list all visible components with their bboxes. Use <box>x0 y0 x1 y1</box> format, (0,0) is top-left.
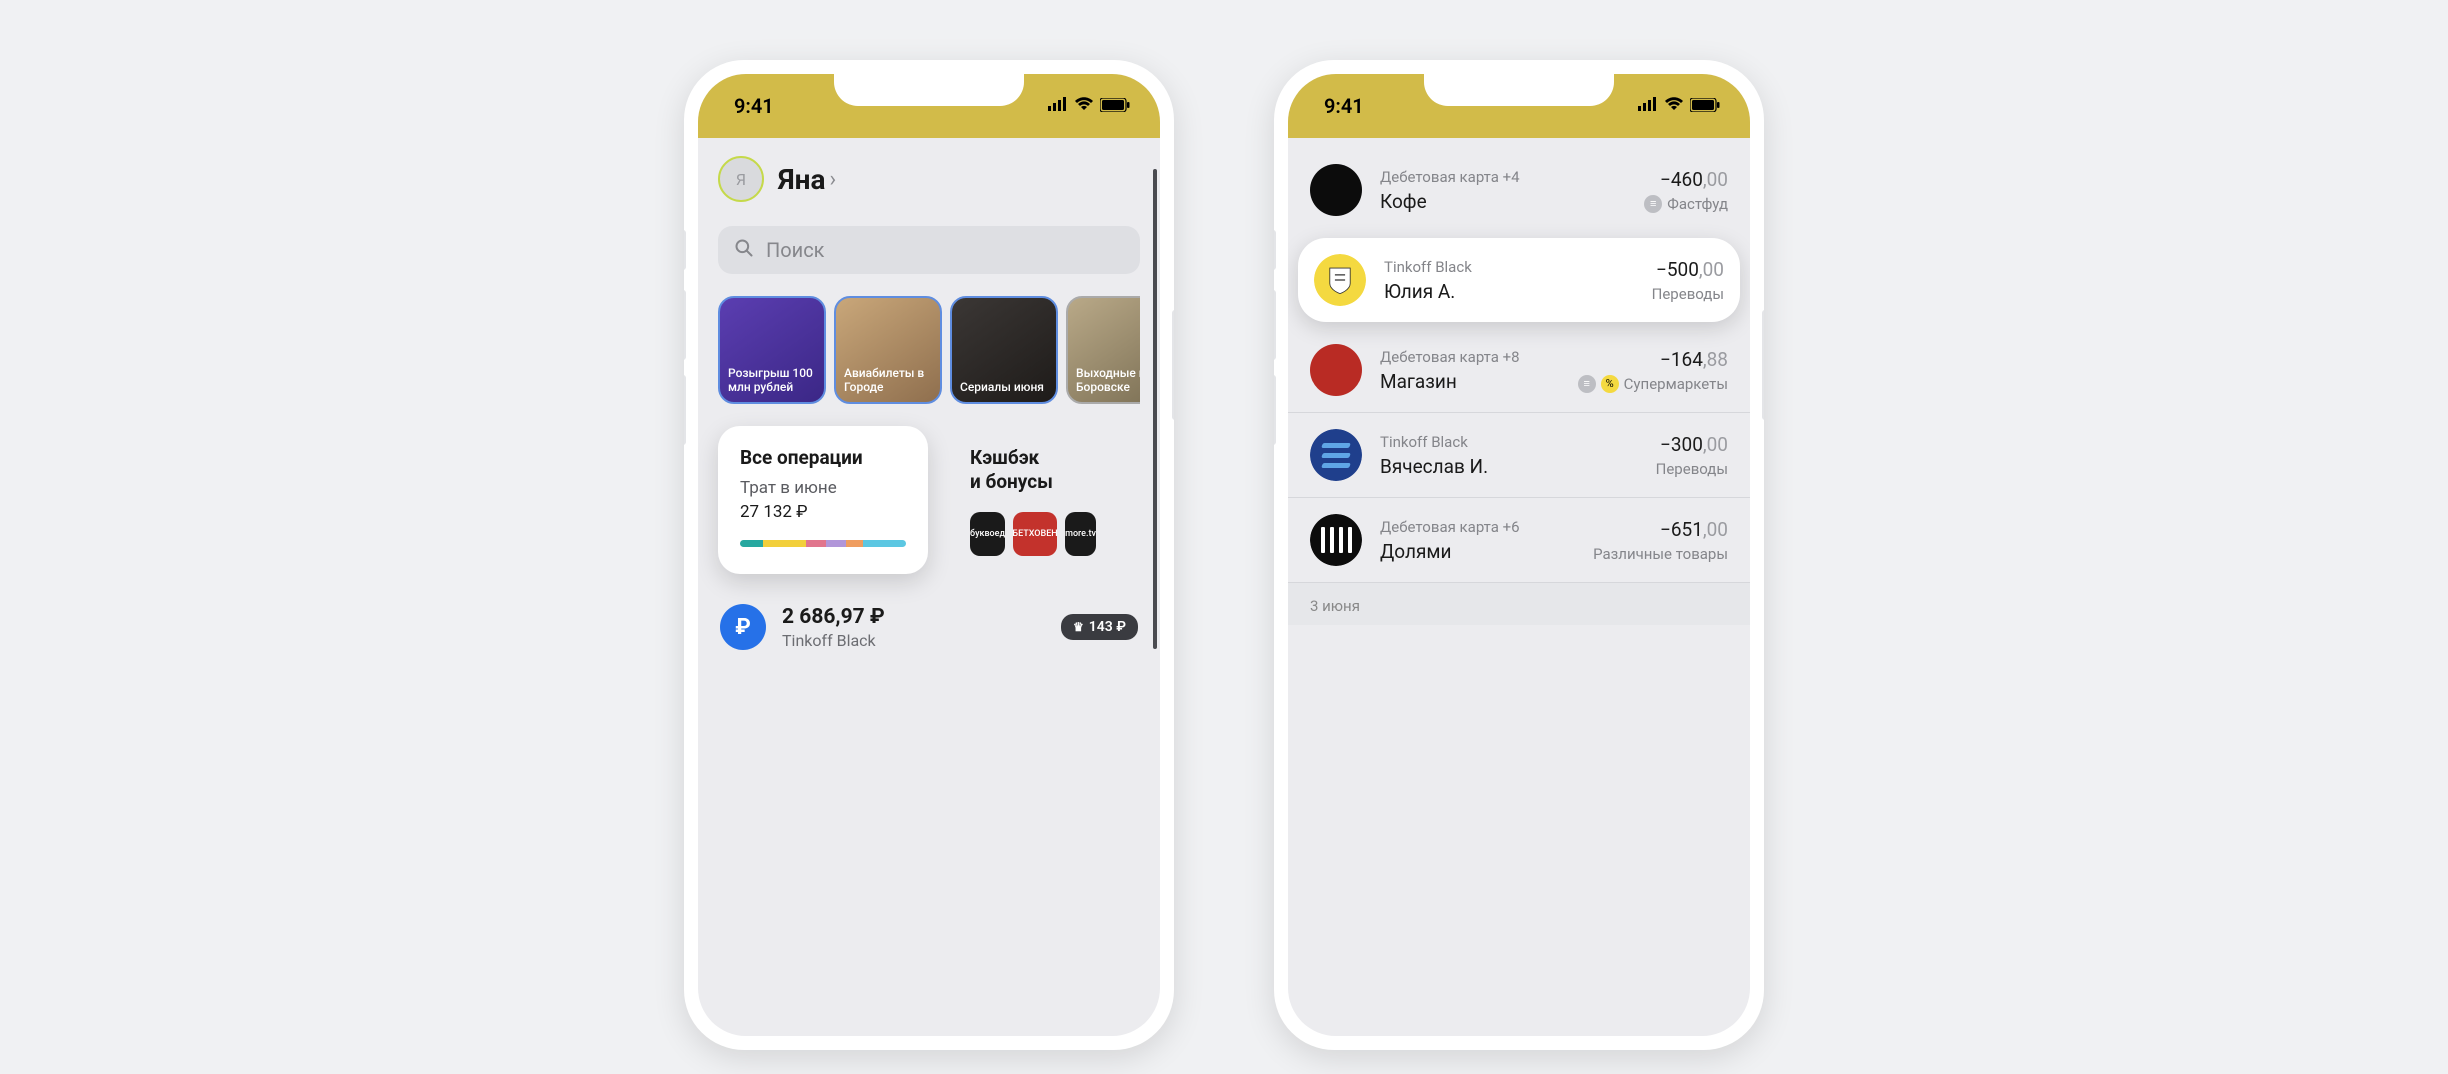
account-balance: 2 686,97 ₽ <box>782 605 1045 629</box>
cashback-widget[interactable]: Кэшбэк и бонусы буквоед БЕТХОВЕН more.tv <box>948 426 1118 574</box>
tx-amount: −500,00 <box>1652 258 1724 281</box>
tx-amount: −300,00 <box>1656 433 1728 456</box>
side-button <box>1274 375 1276 445</box>
points-badge[interactable]: ♛ 143 ₽ <box>1061 614 1138 640</box>
profile-name[interactable]: Яна › <box>778 163 836 196</box>
stories-row[interactable]: Розыгрыш 100 млн рублей Авиабилеты в Гор… <box>718 296 1140 404</box>
search-placeholder: Поиск <box>766 238 825 262</box>
brand-label: буквоед <box>970 529 1005 539</box>
widget-subtitle: Трат в июне <box>740 478 906 498</box>
transaction-row[interactable]: Дебетовая карта +6 Долями −651,00 Различные… <box>1288 497 1750 582</box>
search-input[interactable]: Поиск <box>718 226 1140 274</box>
side-button <box>684 290 686 360</box>
side-button <box>1274 230 1276 270</box>
tx-card-label: Дебетовая карта +8 <box>1380 348 1560 366</box>
tx-amount: −460,00 <box>1644 168 1728 191</box>
battery-icon <box>1100 97 1130 116</box>
scrollbar[interactable] <box>1153 169 1157 649</box>
tx-merchant: Магазин <box>1380 370 1560 393</box>
merchant-avatar <box>1310 344 1362 396</box>
tx-card-label: Дебетовая карта +4 <box>1380 168 1626 186</box>
brand-label: БЕТХОВЕН <box>1012 529 1057 539</box>
widget-amount: 27 132 ₽ <box>740 502 906 522</box>
percent-icon: % <box>1601 375 1619 393</box>
transaction-row[interactable]: Дебетовая карта +4 Кофе −460,00 ≡Фастфуд <box>1288 148 1750 232</box>
battery-icon <box>1690 97 1720 116</box>
widget-title: Кэшбэк <box>970 446 1096 470</box>
status-bar: 9:41 <box>698 74 1160 138</box>
widget-title: и бонусы <box>970 470 1096 494</box>
tx-merchant: Вячеслав И. <box>1380 455 1638 478</box>
phone-transactions: 9:41 Дебетовая карта +4 Кофе −460,00 ≡Фастф… <box>1274 60 1764 1050</box>
tx-card-label: Tinkoff Black <box>1380 433 1638 451</box>
tx-amount: −164,88 <box>1578 348 1728 371</box>
transaction-list[interactable]: Дебетовая карта +4 Кофе −460,00 ≡Фастфуд Tin… <box>1288 138 1750 625</box>
notch <box>1424 74 1614 106</box>
story-label: Розыгрыш 100 млн рублей <box>728 366 816 394</box>
signal-icon <box>1048 96 1068 116</box>
side-button <box>1274 290 1276 360</box>
tx-merchant: Долями <box>1380 540 1575 563</box>
status-time: 9:41 <box>734 94 774 118</box>
profile-row[interactable]: Я Яна › <box>718 156 1140 202</box>
wifi-icon <box>1664 96 1684 116</box>
tx-card-label: Дебетовая карта +6 <box>1380 518 1575 536</box>
badge-value: 143 ₽ <box>1089 619 1126 635</box>
status-time: 9:41 <box>1324 94 1364 118</box>
merchant-avatar <box>1310 429 1362 481</box>
phone-home: 9:41 Я Яна › Поиск Розыгрыш 100 млн рубл <box>684 60 1174 1050</box>
tx-category: Переводы <box>1652 285 1724 303</box>
account-row[interactable]: ₽ 2 686,97 ₽ Tinkoff Black ♛ 143 ₽ <box>718 604 1140 650</box>
account-name: Tinkoff Black <box>782 631 1045 650</box>
operations-widget[interactable]: Все операции Трат в июне 27 132 ₽ <box>718 426 928 574</box>
story-card[interactable]: Розыгрыш 100 млн рублей <box>718 296 826 404</box>
story-label: Выходные в Боровске <box>1076 366 1140 394</box>
receipt-icon: ≡ <box>1578 375 1596 393</box>
merchant-avatar <box>1314 254 1366 306</box>
tx-category: ≡%Супермаркеты <box>1578 375 1728 393</box>
story-card[interactable]: Авиабилеты в Городе <box>834 296 942 404</box>
signal-icon <box>1638 96 1658 116</box>
transaction-row[interactable]: Tinkoff Black Вячеслав И. −300,00 Переводы <box>1288 412 1750 497</box>
side-button <box>1172 310 1174 420</box>
brand-chip[interactable]: more.tv <box>1065 512 1096 556</box>
tx-merchant: Кофе <box>1380 190 1626 213</box>
tx-category: Переводы <box>1656 460 1728 478</box>
tx-card-label: Tinkoff Black <box>1384 258 1634 276</box>
wifi-icon <box>1074 96 1094 116</box>
widget-title: Все операции <box>740 446 906 470</box>
story-label: Сериалы июня <box>960 380 1044 394</box>
avatar[interactable]: Я <box>718 156 764 202</box>
tx-merchant: Юлия А. <box>1384 280 1634 303</box>
story-label: Авиабилеты в Городе <box>844 366 932 394</box>
transaction-row[interactable]: Дебетовая карта +8 Магазин −164,88 ≡%Суперм… <box>1288 328 1750 412</box>
merchant-avatar <box>1310 514 1362 566</box>
side-button <box>1762 310 1764 420</box>
spending-bar <box>740 540 906 547</box>
side-button <box>684 230 686 270</box>
brand-label: more.tv <box>1065 529 1096 539</box>
brand-chip[interactable]: буквоед <box>970 512 1005 556</box>
ruble-icon: ₽ <box>720 604 766 650</box>
avatar-initial: Я <box>736 170 746 189</box>
crown-icon: ♛ <box>1073 620 1084 634</box>
profile-name-text: Яна <box>778 163 825 196</box>
status-bar: 9:41 <box>1288 74 1750 138</box>
chevron-right-icon: › <box>829 167 836 192</box>
tx-amount: −651,00 <box>1593 518 1728 541</box>
notch <box>834 74 1024 106</box>
search-icon <box>734 238 754 262</box>
merchant-avatar <box>1310 164 1362 216</box>
story-card[interactable]: Выходные в Боровске <box>1066 296 1140 404</box>
date-header: 3 июня <box>1288 582 1750 625</box>
brand-chip[interactable]: БЕТХОВЕН <box>1013 512 1057 556</box>
tx-category: ≡Фастфуд <box>1644 195 1728 213</box>
transaction-row[interactable]: Tinkoff Black Юлия А. −500,00 Переводы <box>1298 238 1740 322</box>
tx-category: Различные товары <box>1593 545 1728 563</box>
side-button <box>684 375 686 445</box>
story-card[interactable]: Сериалы июня <box>950 296 1058 404</box>
receipt-icon: ≡ <box>1644 195 1662 213</box>
